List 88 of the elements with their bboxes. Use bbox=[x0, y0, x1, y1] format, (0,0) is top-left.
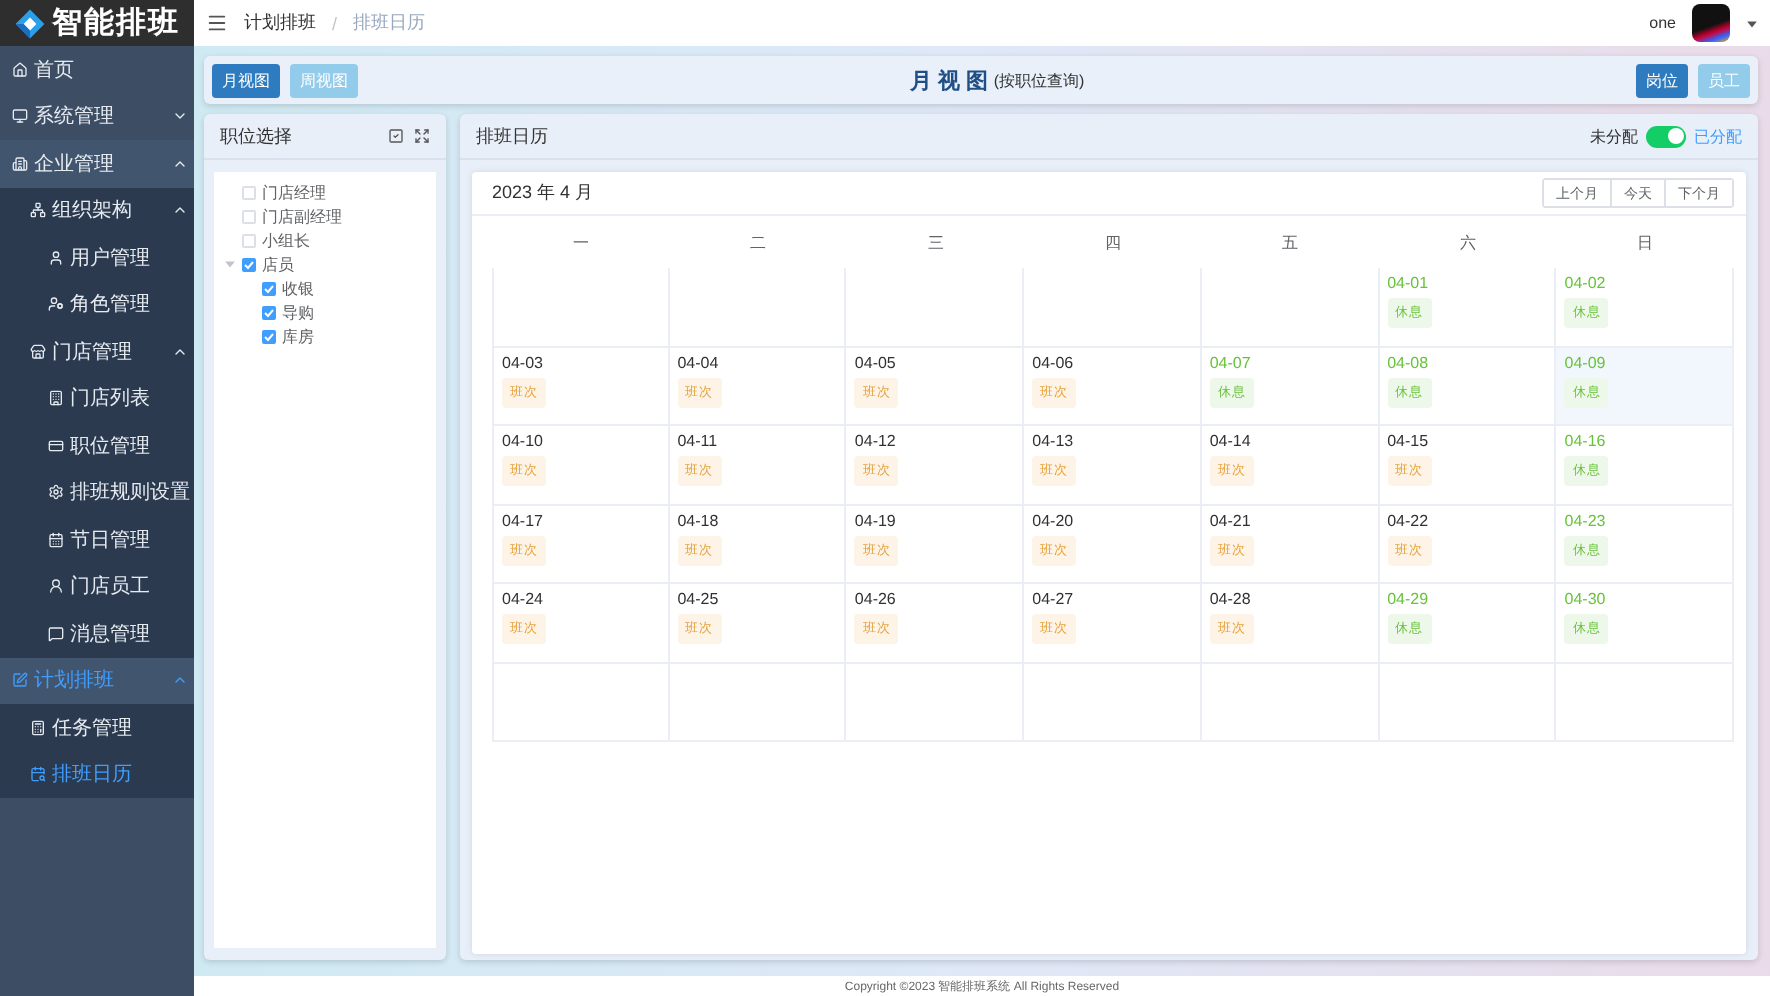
date-label: 04-15 bbox=[1387, 432, 1429, 450]
date-label: 04-14 bbox=[1209, 432, 1251, 450]
sidebar-item[interactable]: 组织架构 bbox=[0, 187, 194, 234]
tree-item[interactable]: 门店副经理 bbox=[214, 204, 436, 228]
weekday-label: 一 bbox=[570, 231, 591, 255]
sidebar-item[interactable]: 排班规则设置 bbox=[0, 469, 194, 516]
tree-label: 收银 bbox=[282, 277, 314, 299]
sidebar-item[interactable]: 门店管理 bbox=[0, 328, 194, 375]
checkbox[interactable] bbox=[262, 305, 276, 319]
sidebar-item[interactable]: 任务管理 bbox=[0, 704, 194, 751]
date-label: 04-29 bbox=[1387, 590, 1429, 608]
sidebar-item[interactable]: 门店列表 bbox=[0, 375, 194, 422]
checkbox[interactable] bbox=[262, 329, 276, 343]
tree-label: 店员 bbox=[262, 253, 294, 275]
date-label: 04-28 bbox=[1209, 590, 1251, 608]
date-label: 04-25 bbox=[677, 590, 719, 608]
date-label: 04-06 bbox=[1032, 353, 1074, 371]
expand-icon[interactable] bbox=[414, 128, 430, 144]
date-label: 04-13 bbox=[1032, 432, 1074, 450]
tree-label: 小组长 bbox=[262, 229, 310, 251]
date-label: 04-21 bbox=[1209, 511, 1251, 529]
sidebar-item[interactable]: 门店员工 bbox=[0, 563, 194, 610]
tree-item[interactable]: 店员 bbox=[214, 252, 436, 276]
panel-title: 排班日历 bbox=[476, 123, 550, 149]
sidebar-item[interactable]: 消息管理 bbox=[0, 610, 194, 657]
sidebar-item[interactable]: 排班日历 bbox=[0, 751, 194, 798]
month-label: 2023 年 4 月 bbox=[492, 180, 596, 206]
tree-item[interactable]: 小组长 bbox=[214, 228, 436, 252]
tree-label: 库房 bbox=[282, 325, 314, 347]
sidebar-item[interactable]: 节日管理 bbox=[0, 516, 194, 563]
date-label: 04-12 bbox=[854, 432, 896, 450]
date-label: 04-04 bbox=[677, 353, 719, 371]
sidebar-item[interactable]: 企业管理 bbox=[0, 140, 194, 187]
avatar[interactable] bbox=[1692, 4, 1730, 42]
logo-icon bbox=[14, 7, 46, 39]
date-label: 04-07 bbox=[1209, 353, 1251, 371]
date-label: 04-02 bbox=[1564, 274, 1606, 292]
date-label: 04-17 bbox=[502, 511, 543, 529]
weekday-label: 二 bbox=[748, 231, 769, 255]
weekday-label: 三 bbox=[925, 231, 946, 255]
toggle-label: 已分配 bbox=[1694, 125, 1742, 147]
sidebar-item[interactable]: 职位管理 bbox=[0, 422, 194, 469]
tree-item[interactable]: 门店经理 bbox=[214, 180, 436, 204]
view-title: 月 视 图 bbox=[909, 67, 988, 95]
breadcrumb-item[interactable]: 计划排班 bbox=[244, 10, 316, 36]
weekday-label: 五 bbox=[1280, 231, 1301, 255]
tree-label: 门店经理 bbox=[262, 181, 326, 203]
checkbox[interactable] bbox=[242, 257, 256, 271]
date-label: 04-19 bbox=[854, 511, 896, 529]
date-label: 04-27 bbox=[1032, 590, 1074, 608]
mode-button[interactable]: 岗位 bbox=[1636, 63, 1688, 97]
date-label: 04-26 bbox=[854, 590, 896, 608]
caret-icon[interactable] bbox=[1746, 17, 1758, 29]
date-label: 04-03 bbox=[502, 353, 543, 371]
date-label: 04-01 bbox=[1387, 274, 1429, 292]
view-button[interactable]: 月视图 bbox=[212, 63, 280, 97]
date-label: 04-24 bbox=[502, 590, 543, 608]
date-label: 04-08 bbox=[1387, 353, 1429, 371]
sidebar-item[interactable]: 用户管理 bbox=[0, 234, 194, 281]
tree-item[interactable]: 库房 bbox=[214, 324, 436, 348]
weekday-label: 六 bbox=[1457, 231, 1478, 255]
caret-down-icon[interactable] bbox=[223, 258, 235, 270]
date-label: 04-11 bbox=[677, 432, 718, 450]
logo-text: 智能排班 bbox=[52, 4, 180, 42]
tree-label: 导购 bbox=[282, 301, 314, 323]
weekday-label: 日 bbox=[1635, 231, 1656, 255]
tree-item[interactable]: 导购 bbox=[214, 300, 436, 324]
date-label: 04-09 bbox=[1564, 353, 1606, 371]
weekday-label: 四 bbox=[1102, 231, 1123, 255]
user-name[interactable]: one bbox=[1649, 14, 1676, 32]
tree-label: 门店副经理 bbox=[262, 205, 342, 227]
view-subtitle: (按职位查询) bbox=[993, 69, 1085, 91]
checkbox[interactable] bbox=[262, 281, 276, 295]
date-label: 04-05 bbox=[854, 353, 896, 371]
sidebar-item[interactable]: 角色管理 bbox=[0, 281, 194, 328]
breadcrumb-separator: / bbox=[332, 13, 338, 33]
tree-item[interactable]: 收银 bbox=[214, 276, 436, 300]
panel-title: 职位选择 bbox=[220, 123, 294, 149]
check-all-icon[interactable] bbox=[388, 128, 404, 144]
date-label: 04-20 bbox=[1032, 511, 1074, 529]
date-label: 04-22 bbox=[1387, 511, 1429, 529]
toggle-switch[interactable] bbox=[1646, 125, 1686, 147]
date-label: 04-16 bbox=[1564, 432, 1606, 450]
date-label: 04-23 bbox=[1564, 511, 1606, 529]
date-label: 04-10 bbox=[502, 432, 543, 450]
toggle-label: 未分配 bbox=[1590, 125, 1638, 147]
date-label: 04-18 bbox=[677, 511, 719, 529]
date-label: 04-30 bbox=[1564, 590, 1606, 608]
